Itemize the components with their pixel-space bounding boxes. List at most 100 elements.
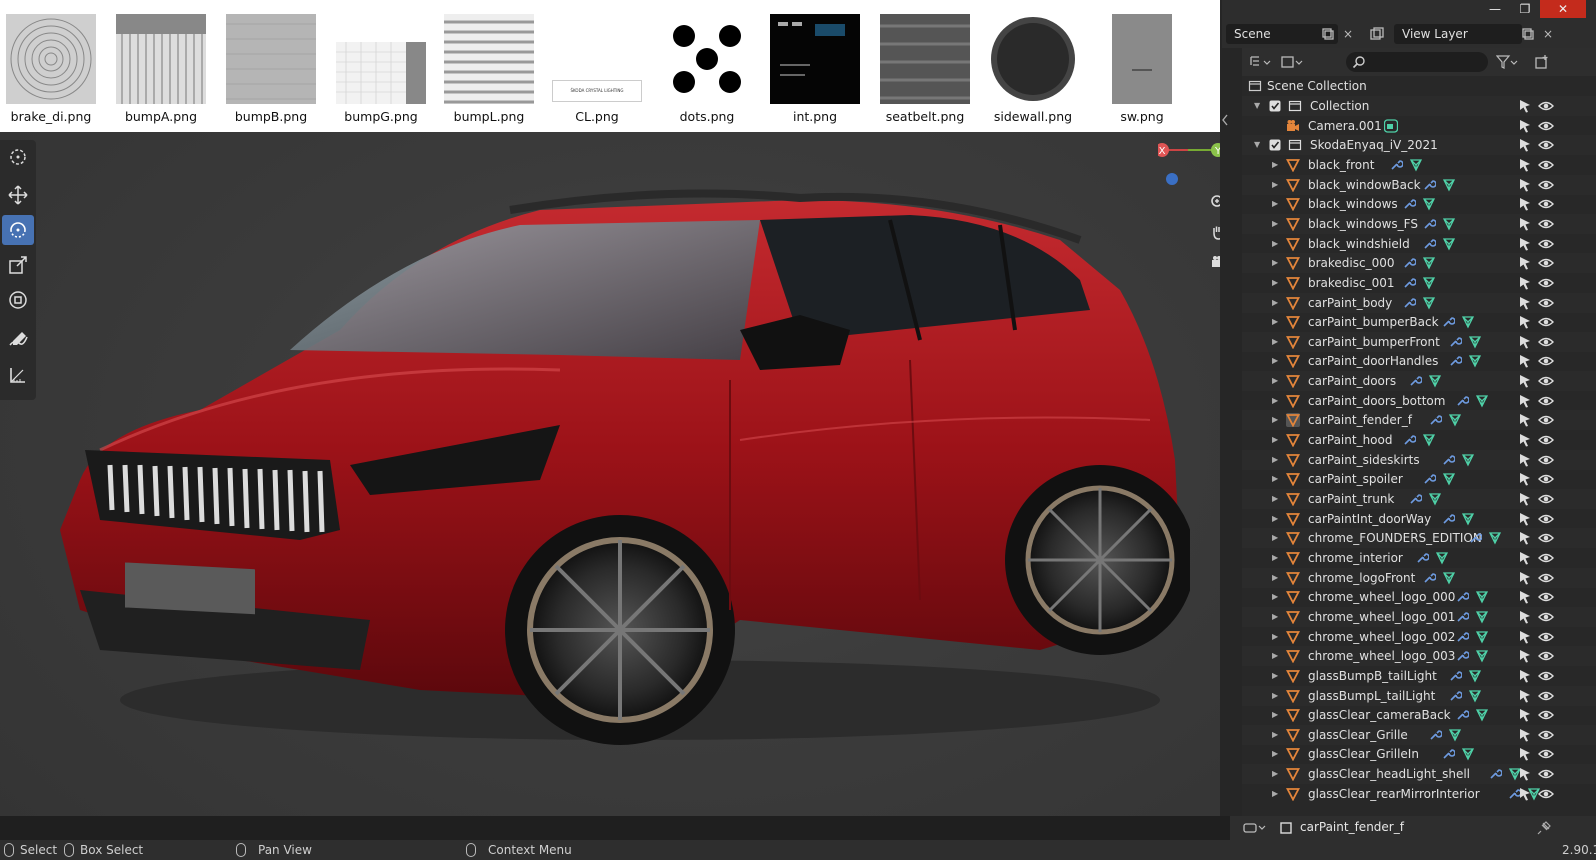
mesh-data-icon[interactable] <box>1475 394 1489 408</box>
mesh-data-icon[interactable] <box>1468 689 1482 703</box>
editor-type-icon[interactable] <box>1246 52 1274 72</box>
outliner-row[interactable]: ▶ black_front <box>1242 155 1596 175</box>
selectable-arrow-icon[interactable] <box>1518 512 1532 526</box>
visibility-eye-icon[interactable] <box>1538 787 1554 801</box>
area-divider[interactable] <box>1230 48 1242 816</box>
thumbnail-bumpL[interactable] <box>444 14 534 104</box>
expand-icon[interactable]: ▶ <box>1272 234 1282 254</box>
outliner-row[interactable]: ▶ glassClear_headLight_shell <box>1242 764 1596 785</box>
outliner-row[interactable]: ▶ carPaint_spoiler <box>1242 469 1596 489</box>
scale-tool-icon[interactable] <box>2 250 34 280</box>
visibility-eye-icon[interactable] <box>1538 256 1554 270</box>
selectable-arrow-icon[interactable] <box>1518 708 1532 722</box>
modifier-wrench-icon[interactable] <box>1402 276 1416 290</box>
filter-icon[interactable] <box>1492 52 1522 72</box>
visibility-eye-icon[interactable] <box>1538 708 1554 722</box>
visibility-eye-icon[interactable] <box>1538 531 1554 545</box>
visibility-eye-icon[interactable] <box>1538 689 1554 703</box>
expand-icon[interactable]: ▶ <box>1272 744 1282 764</box>
visibility-eye-icon[interactable] <box>1538 276 1554 290</box>
outliner-row[interactable]: ▶ carPaintInt_doorWay <box>1242 509 1596 529</box>
mesh-data-icon[interactable] <box>1461 315 1475 329</box>
visibility-eye-icon[interactable] <box>1538 492 1554 506</box>
modifier-wrench-icon[interactable] <box>1448 669 1462 683</box>
modifier-wrench-icon[interactable] <box>1402 296 1416 310</box>
selectable-arrow-icon[interactable] <box>1518 119 1532 133</box>
visibility-eye-icon[interactable] <box>1538 413 1554 427</box>
visibility-eye-icon[interactable] <box>1538 551 1554 565</box>
thumbnail-bumpG[interactable] <box>336 42 426 104</box>
thumbnail-sw[interactable] <box>1112 14 1172 104</box>
modifier-wrench-icon[interactable] <box>1441 512 1456 526</box>
exclude-checkbox-icon[interactable] <box>1268 138 1282 152</box>
new-scene-icon[interactable] <box>1318 24 1338 44</box>
outliner-row[interactable]: ▶ glassBumpB_tailLight <box>1242 666 1596 686</box>
selectable-arrow-icon[interactable] <box>1518 413 1532 427</box>
expand-icon[interactable]: ▶ <box>1272 725 1282 745</box>
view-layer-type-icon[interactable] <box>1368 24 1388 44</box>
mesh-data-icon[interactable] <box>1435 551 1449 565</box>
outliner-row[interactable]: ▶ carPaint_doorHandles <box>1242 351 1596 371</box>
selectable-arrow-icon[interactable] <box>1518 237 1532 251</box>
modifier-wrench-icon[interactable] <box>1488 767 1502 781</box>
visibility-eye-icon[interactable] <box>1538 394 1554 408</box>
selectable-arrow-icon[interactable] <box>1518 531 1532 545</box>
expand-icon[interactable]: ▶ <box>1272 312 1282 332</box>
visibility-eye-icon[interactable] <box>1538 649 1554 663</box>
modifier-wrench-icon[interactable] <box>1422 237 1436 251</box>
selectable-arrow-icon[interactable] <box>1518 610 1532 624</box>
modifier-wrench-icon[interactable] <box>1441 453 1456 467</box>
visibility-eye-icon[interactable] <box>1538 571 1554 585</box>
modifier-wrench-icon[interactable] <box>1448 354 1462 368</box>
outliner-row[interactable]: ▶ brakedisc_000 <box>1242 253 1596 274</box>
modifier-wrench-icon[interactable] <box>1448 335 1462 349</box>
selectable-arrow-icon[interactable] <box>1518 649 1532 663</box>
expand-icon[interactable]: ▶ <box>1272 332 1282 352</box>
move-tool-icon[interactable] <box>2 180 34 210</box>
expand-icon[interactable]: ▶ <box>1272 587 1282 607</box>
visibility-eye-icon[interactable] <box>1538 433 1554 447</box>
outliner-row[interactable]: ▶ carPaint_sideskirts <box>1242 449 1596 470</box>
mesh-data-icon[interactable] <box>1442 472 1456 486</box>
collapse-icon[interactable]: ▼ <box>1254 96 1264 116</box>
modifier-wrench-icon[interactable] <box>1455 610 1469 624</box>
visibility-eye-icon[interactable] <box>1538 453 1554 467</box>
outliner-row[interactable]: ▶ black_windowBack <box>1242 174 1596 195</box>
visibility-eye-icon[interactable] <box>1538 296 1554 310</box>
expand-icon[interactable]: ▶ <box>1272 686 1282 706</box>
expand-icon[interactable]: ▶ <box>1272 371 1282 391</box>
new-collection-icon[interactable] <box>1532 52 1552 72</box>
visibility-eye-icon[interactable] <box>1538 767 1554 781</box>
thumbnail-sidewall[interactable] <box>988 14 1078 104</box>
expand-icon[interactable]: ▶ <box>1272 194 1282 214</box>
new-view-layer-icon[interactable] <box>1518 24 1538 44</box>
modifier-wrench-icon[interactable] <box>1422 217 1436 231</box>
modifier-wrench-icon[interactable] <box>1455 590 1469 604</box>
selectable-arrow-icon[interactable] <box>1518 178 1532 192</box>
selectable-arrow-icon[interactable] <box>1518 138 1532 152</box>
outliner-row[interactable]: ▶ glassBumpL_tailLight <box>1242 685 1596 706</box>
visibility-eye-icon[interactable] <box>1538 630 1554 644</box>
expand-icon[interactable]: ▶ <box>1272 784 1282 804</box>
modifier-wrench-icon[interactable] <box>1441 747 1456 761</box>
mesh-data-icon[interactable] <box>1461 747 1475 761</box>
mesh-data-icon[interactable] <box>1468 354 1482 368</box>
outliner-row[interactable]: ▶ glassClear_Grille <box>1242 724 1596 745</box>
outliner-search-field[interactable] <box>1346 52 1488 72</box>
outliner-row[interactable]: ▶ carPaint_doors <box>1242 371 1596 392</box>
modifier-wrench-icon[interactable] <box>1428 413 1443 427</box>
modifier-wrench-icon[interactable] <box>1408 492 1423 506</box>
visibility-eye-icon[interactable] <box>1538 119 1554 133</box>
expand-icon[interactable]: ▶ <box>1272 293 1282 313</box>
selectable-arrow-icon[interactable] <box>1518 315 1532 329</box>
expand-icon[interactable]: ▶ <box>1272 469 1282 489</box>
visibility-eye-icon[interactable] <box>1538 99 1554 113</box>
visibility-eye-icon[interactable] <box>1538 610 1554 624</box>
visibility-eye-icon[interactable] <box>1538 374 1554 388</box>
visibility-eye-icon[interactable] <box>1538 237 1554 251</box>
mesh-data-icon[interactable] <box>1475 610 1489 624</box>
mesh-data-icon[interactable] <box>1442 571 1456 585</box>
selectable-arrow-icon[interactable] <box>1518 374 1532 388</box>
modifier-wrench-icon[interactable] <box>1455 394 1469 408</box>
outliner-row[interactable]: ▶ black_windshield <box>1242 234 1596 254</box>
